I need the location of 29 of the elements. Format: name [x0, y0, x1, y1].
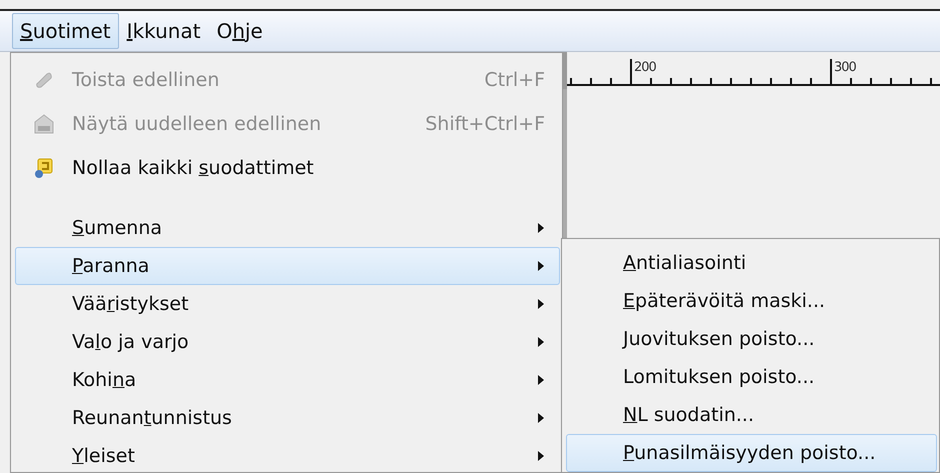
ruler-label: 300 — [834, 60, 856, 75]
menu-item[interactable]: Lomituksen poisto... — [566, 358, 937, 396]
menu-item[interactable]: Yleiset — [15, 437, 560, 473]
menu-item[interactable]: Paranna — [15, 247, 560, 285]
image-icon — [33, 113, 55, 135]
arrow-icon — [537, 298, 545, 310]
arrow-icon — [537, 222, 545, 234]
menu-bar-item[interactable]: Ohje — [208, 13, 271, 49]
menu-bar-item[interactable]: Ikkunat — [118, 13, 209, 49]
arrow-icon — [537, 412, 545, 424]
menu-item[interactable]: Punasilmäisyyden poisto... — [566, 434, 937, 472]
menu-item[interactable]: Kohina — [15, 361, 560, 399]
arrow-icon — [537, 336, 545, 348]
arrow-icon — [537, 374, 545, 386]
menu-item[interactable]: Epäterävöitä maski... — [566, 282, 937, 320]
ruler-label: 200 — [634, 60, 656, 75]
menu-item[interactable]: Nollaa kaikki suodattimet — [15, 146, 560, 190]
arrow-icon — [537, 450, 545, 462]
menu-item[interactable]: NL suodatin... — [566, 396, 937, 434]
bandage-icon — [34, 70, 54, 90]
arrow-icon — [537, 260, 545, 272]
menu-item[interactable]: Antialiasointi — [566, 244, 937, 282]
menu-bar-item[interactable]: Suotimet — [12, 13, 119, 49]
menu-item[interactable]: Juovituksen poisto... — [566, 320, 937, 358]
reset-icon — [33, 157, 55, 179]
menu-item[interactable]: Reunantunnistus — [15, 399, 560, 437]
menu-item[interactable]: Vääristykset — [15, 285, 560, 323]
menu-item[interactable]: Valo ja varjo — [15, 323, 560, 361]
menu-item[interactable]: Sumenna — [15, 209, 560, 247]
